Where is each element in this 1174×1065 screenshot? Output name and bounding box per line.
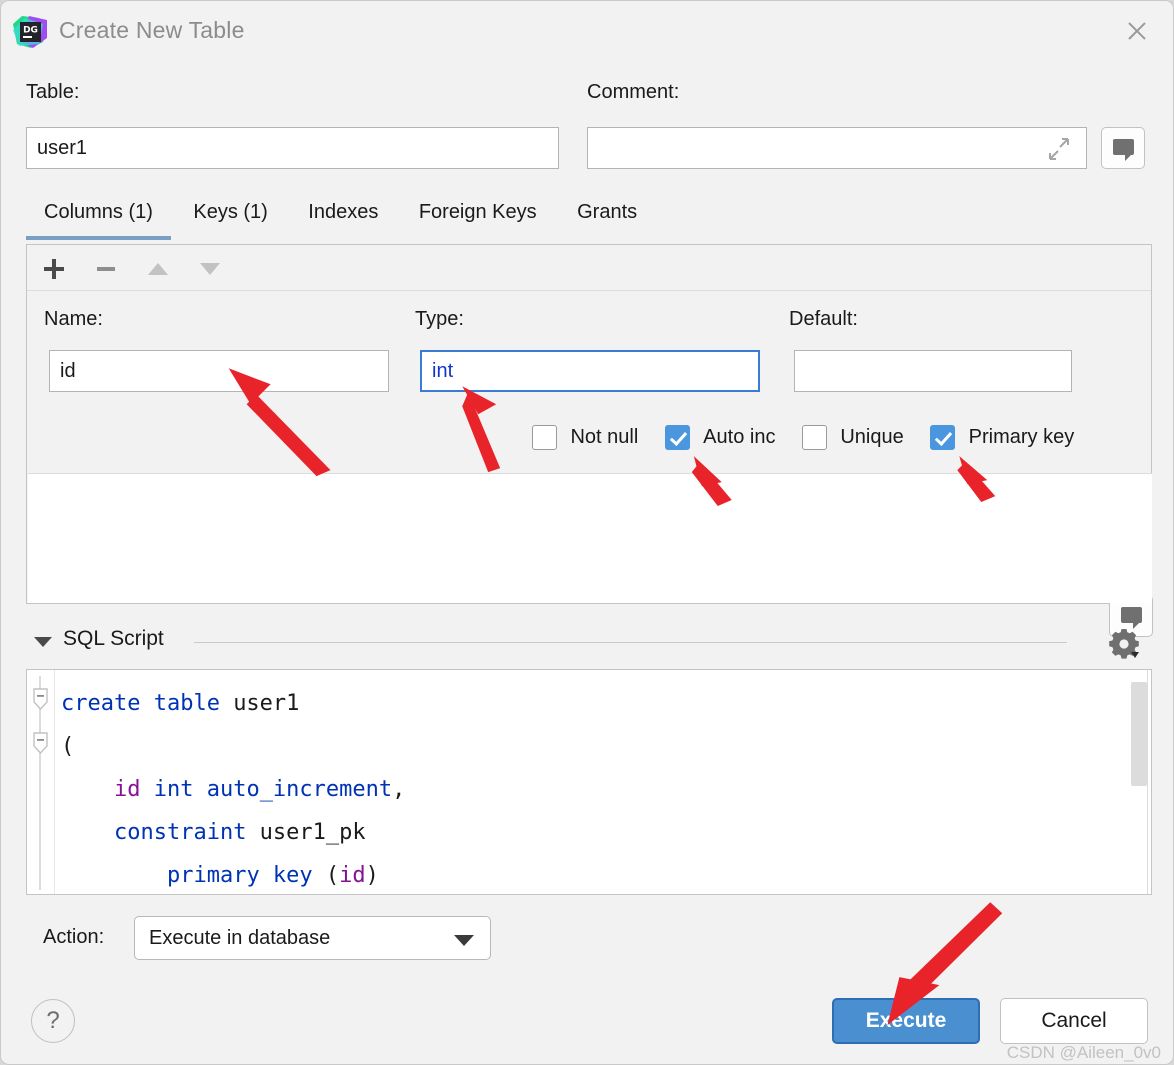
sql-script-header: SQL Script: [26, 626, 1152, 662]
svg-text:DG: DG: [23, 26, 38, 36]
sql-script-editor[interactable]: create table user1 ( id int auto_increme…: [26, 669, 1152, 895]
checkbox-label: Unique: [840, 426, 904, 448]
action-dropdown[interactable]: Execute in database: [134, 916, 491, 960]
column-flags-row: Not null Auto inc Unique Primary key: [532, 425, 1096, 459]
dialog-title: Create New Table: [59, 17, 245, 43]
execute-button[interactable]: Execute: [832, 998, 980, 1044]
table-name-input[interactable]: [26, 127, 559, 169]
tab-keys[interactable]: Keys (1): [175, 197, 285, 236]
action-label: Action:: [43, 926, 105, 948]
code-fold-icon[interactable]: [32, 688, 49, 711]
checkbox-primary-key[interactable]: Primary key: [930, 425, 1074, 450]
editor-right-border: [1147, 670, 1148, 894]
checkbox-box[interactable]: [664, 425, 690, 450]
tab-indexes[interactable]: Indexes: [290, 197, 396, 236]
comment-bubble-icon: [1121, 607, 1142, 629]
table-name-label: Table:: [26, 81, 80, 103]
entity-tabs: Columns (1) Keys (1) Indexes Foreign Key…: [26, 197, 655, 241]
column-type-input[interactable]: [420, 350, 760, 392]
checkbox-box[interactable]: [532, 425, 557, 450]
checkbox-not-null[interactable]: Not null: [532, 425, 638, 450]
tab-columns[interactable]: Columns (1): [26, 197, 171, 240]
column-type-label: Type:: [415, 308, 464, 330]
dialog-titlebar: DG Create New Table: [1, 1, 1173, 59]
cancel-button[interactable]: Cancel: [1000, 998, 1148, 1044]
gear-icon[interactable]: [1106, 626, 1142, 662]
tab-grants[interactable]: Grants: [559, 197, 655, 236]
columns-toolbar: [27, 245, 1151, 291]
comment-input[interactable]: [587, 127, 1087, 169]
checkbox-unique[interactable]: Unique: [801, 425, 904, 450]
action-selected-value: Execute in database: [149, 927, 331, 949]
checkbox-box[interactable]: [801, 425, 827, 450]
chevron-down-icon: [454, 935, 474, 946]
expand-icon[interactable]: [1047, 137, 1071, 161]
checkbox-label: Auto inc: [703, 426, 776, 448]
close-icon[interactable]: [1123, 17, 1151, 45]
column-list-empty-area: [28, 473, 1152, 603]
minus-icon[interactable]: [93, 256, 119, 282]
columns-panel: Name: Type: Default: Not null Auto inc U…: [26, 244, 1153, 637]
plus-icon[interactable]: [41, 256, 67, 282]
arrow-down-icon[interactable]: [197, 256, 223, 282]
column-name-label: Name:: [44, 308, 103, 330]
checkbox-label: Primary key: [968, 426, 1075, 448]
column-default-input[interactable]: [794, 350, 1072, 392]
tab-foreign-keys[interactable]: Foreign Keys: [401, 197, 555, 236]
column-name-input[interactable]: [49, 350, 389, 392]
table-comment-button[interactable]: [1101, 127, 1145, 169]
caret-down-icon[interactable]: [34, 637, 52, 647]
sql-script-title: SQL Script: [63, 627, 164, 650]
editor-gutter: [27, 670, 55, 894]
sql-code-text: create table user1 ( id int auto_increme…: [61, 691, 406, 888]
create-new-table-dialog: DG Create New Table Table: Comment: Colu…: [0, 0, 1174, 1065]
checkbox-label: Not null: [570, 426, 639, 448]
arrow-up-icon[interactable]: [145, 256, 171, 282]
section-divider: [194, 642, 1067, 643]
checkbox-box[interactable]: [930, 425, 956, 450]
code-fold-icon[interactable]: [32, 732, 49, 755]
datagrip-logo-icon: DG: [13, 16, 47, 48]
help-button[interactable]: ?: [31, 999, 75, 1043]
comment-bubble-icon: [1113, 139, 1134, 161]
comment-label: Comment:: [587, 81, 680, 103]
watermark-text: CSDN @Aileen_0v0: [1006, 1043, 1161, 1062]
column-default-label: Default:: [789, 308, 858, 330]
checkbox-auto-inc[interactable]: Auto inc: [664, 425, 776, 450]
sql-editor-scrollbar[interactable]: [1131, 682, 1147, 786]
